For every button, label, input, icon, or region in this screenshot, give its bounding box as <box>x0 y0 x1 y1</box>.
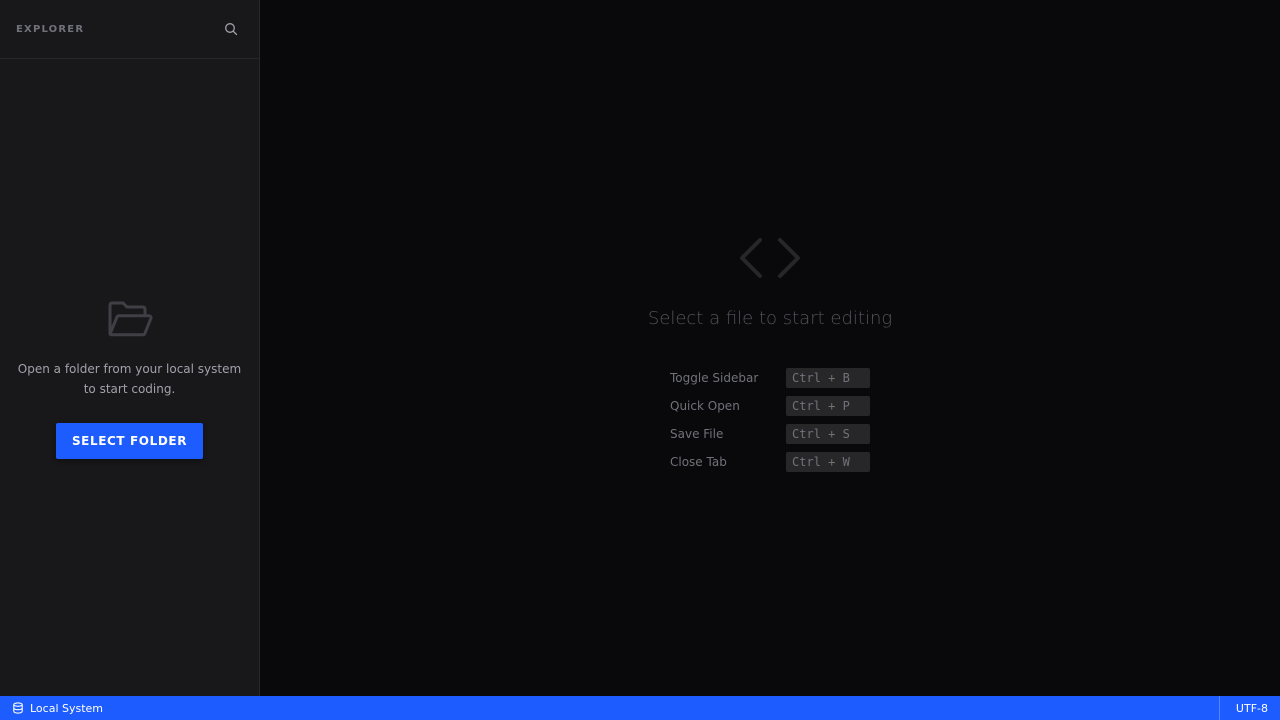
shortcut-row: Save File Ctrl + S <box>670 420 880 448</box>
empty-state-line-1: Open a folder from your local system <box>17 362 242 376</box>
app-window: EXPLORER Open a folder from your local s… <box>0 0 1280 720</box>
empty-state-line-2: to start coding. <box>83 382 176 396</box>
search-icon[interactable] <box>223 21 239 37</box>
shortcut-keys: Ctrl + B <box>786 368 870 388</box>
shortcut-label: Close Tab <box>670 455 727 469</box>
sidebar-header: EXPLORER <box>0 0 259 59</box>
status-encoding-label: UTF-8 <box>1235 701 1268 715</box>
select-folder-button[interactable]: SELECT FOLDER <box>56 423 203 459</box>
folder-open-icon <box>107 299 153 339</box>
shortcut-row: Close Tab Ctrl + W <box>670 448 880 476</box>
shortcut-label: Toggle Sidebar <box>670 371 759 385</box>
shortcut-row: Quick Open Ctrl + P <box>670 392 880 420</box>
status-location-label: Local System <box>30 701 104 715</box>
shortcut-keys: Ctrl + P <box>786 396 870 416</box>
shortcut-keys: Ctrl + W <box>786 452 870 472</box>
sidebar: EXPLORER Open a folder from your local s… <box>0 0 260 696</box>
status-bar: Local System UTF-8 <box>0 696 1280 720</box>
shortcut-row: Toggle Sidebar Ctrl + B <box>670 364 880 392</box>
shortcut-label: Save File <box>670 427 724 441</box>
sidebar-title: EXPLORER <box>16 23 85 35</box>
editor-area: Select a file to start editing Toggle Si… <box>260 0 1280 696</box>
status-location[interactable]: Local System <box>0 696 103 720</box>
status-encoding[interactable]: UTF-8 <box>1218 696 1280 720</box>
code-icon <box>738 236 802 280</box>
database-icon <box>12 702 24 714</box>
shortcut-keys: Ctrl + S <box>786 424 870 444</box>
shortcut-list: Toggle Sidebar Ctrl + B Quick Open Ctrl … <box>670 364 880 476</box>
welcome-title: Select a file to start editing <box>647 308 893 329</box>
empty-state-message: Open a folder from your local system to … <box>0 359 259 399</box>
sidebar-empty-state: Open a folder from your local system to … <box>0 59 259 696</box>
shortcut-label: Quick Open <box>670 399 740 413</box>
